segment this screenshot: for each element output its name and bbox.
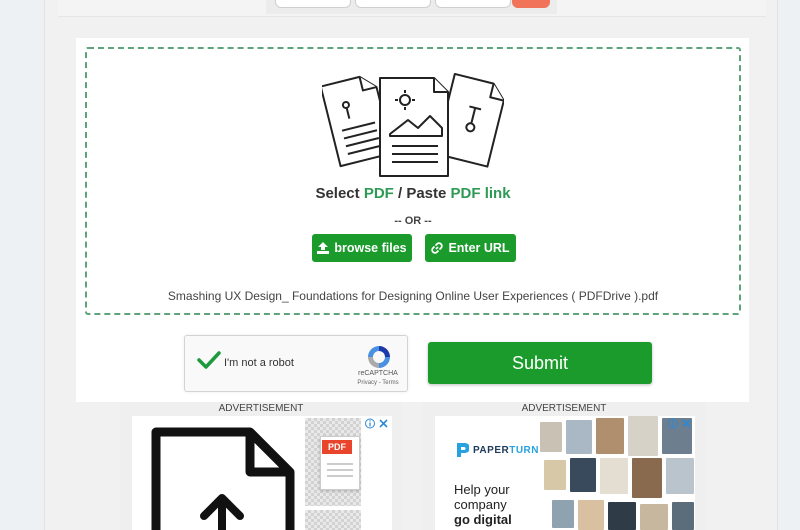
- ad-close-left[interactable]: [365, 418, 389, 432]
- title-paste-text: / Paste: [397, 185, 447, 202]
- ad-tagline-line3: go digital: [454, 512, 512, 527]
- recaptcha-brand: reCAPTCHA: [358, 370, 398, 377]
- ad-banner-left[interactable]: PDF: [132, 416, 392, 530]
- documents-illustration-icon: [322, 72, 504, 177]
- recaptcha-links[interactable]: Privacy - Terms: [351, 380, 405, 386]
- title-select-text: Select: [315, 185, 360, 202]
- enter-url-button[interactable]: Enter URL: [425, 234, 516, 262]
- or-divider: -- OR --: [394, 215, 432, 227]
- paperturn-word-main: PAPER: [473, 444, 510, 456]
- pdf-thumbnail-pattern-2: [305, 510, 361, 530]
- checkmark-icon[interactable]: [197, 350, 221, 370]
- ad-image-collage: [530, 416, 695, 530]
- ad-tagline: Help your company go digital: [454, 482, 544, 527]
- selected-filename: Smashing UX Design_ Foundations for Desi…: [167, 289, 659, 303]
- ad-label-right: ADVERTISEMENT: [521, 403, 607, 414]
- browse-files-label: browse files: [334, 241, 407, 255]
- toolbar-button-3[interactable]: [435, 0, 511, 8]
- upload-file-icon: [151, 427, 295, 530]
- paperturn-word-accent: TURN: [509, 444, 539, 456]
- not-a-robot-label: I'm not a robot: [224, 357, 294, 369]
- link-icon: [431, 242, 444, 254]
- pdf-badge: PDF: [322, 440, 352, 454]
- ad-info-icon[interactable]: [365, 418, 389, 429]
- ad-tagline-line2: company: [454, 497, 507, 512]
- toolbar-button-red[interactable]: [512, 0, 550, 8]
- ad-label-left: ADVERTISEMENT: [218, 403, 304, 414]
- ad-info-icon[interactable]: [668, 418, 692, 429]
- recaptcha-logo-icon: [368, 346, 390, 368]
- title-pdf-link-text: PDF link: [450, 185, 511, 202]
- ad-tagline-line1: Help your: [454, 482, 510, 497]
- toolbar-button-2[interactable]: [355, 0, 431, 8]
- toolbar-button-1[interactable]: [275, 0, 351, 8]
- paperturn-logo-icon: [457, 443, 469, 457]
- submit-button[interactable]: Submit: [428, 342, 652, 384]
- ad-close-right[interactable]: [668, 418, 692, 432]
- browse-files-button[interactable]: browse files: [312, 234, 412, 262]
- recaptcha-widget: I'm not a robot reCAPTCHA Privacy - Term…: [184, 335, 408, 392]
- paperturn-logo: PAPERTURN: [455, 441, 539, 459]
- title-pdf-text: PDF: [363, 185, 394, 202]
- paperturn-wordmark: PAPERTURN: [473, 445, 539, 456]
- dropzone-title: Select PDF / Paste PDF link: [85, 185, 741, 202]
- enter-url-label: Enter URL: [448, 241, 510, 255]
- upload-icon: [317, 242, 330, 254]
